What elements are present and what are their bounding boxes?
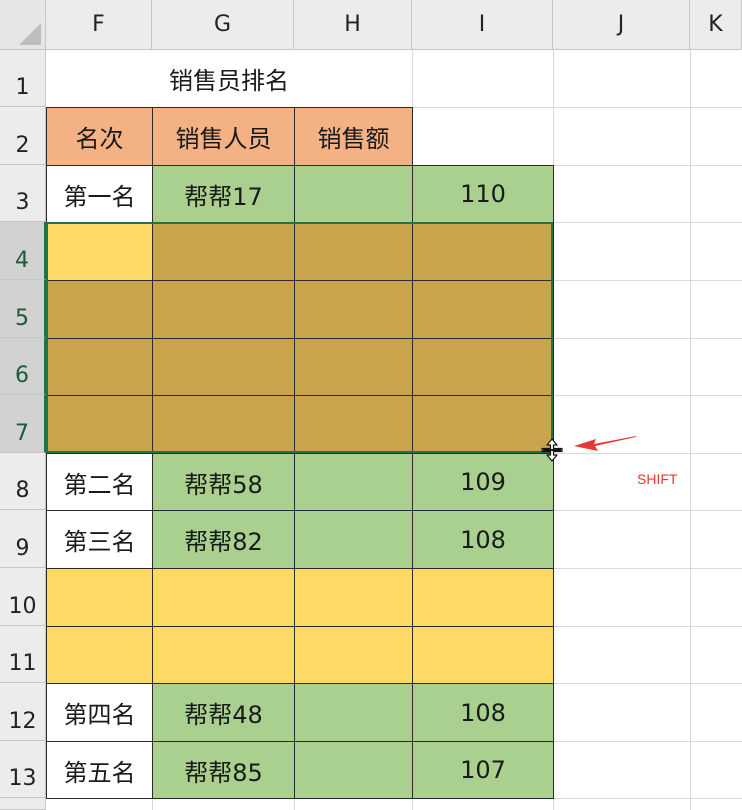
amount-cell[interactable] (294, 683, 413, 742)
active-cell[interactable] (46, 222, 153, 281)
row-header-7[interactable]: 7 (0, 395, 46, 453)
gridline (553, 626, 742, 627)
column-header-h[interactable]: H (294, 0, 412, 50)
header-cell-salesperson[interactable]: 销售人员 (152, 107, 295, 166)
spreadsheet: F G H I J K 1 2 3 4 5 6 7 8 9 10 11 12 1… (0, 0, 742, 810)
gridline (553, 510, 742, 511)
empty-cell[interactable] (294, 568, 413, 627)
selected-cell[interactable] (152, 338, 295, 396)
row-header-3[interactable]: 3 (0, 165, 46, 222)
rank-cell[interactable]: 第四名 (46, 683, 153, 742)
column-header-k[interactable]: K (690, 0, 742, 50)
selected-cell[interactable] (412, 222, 554, 281)
red-arrow-icon (574, 436, 636, 451)
row-header-13[interactable]: 13 (0, 741, 46, 798)
gridline (553, 280, 742, 281)
gridline (553, 165, 742, 166)
selected-cell[interactable] (152, 280, 295, 339)
rank-cell[interactable]: 第三名 (46, 510, 153, 569)
row-header-5[interactable]: 5 (0, 280, 46, 338)
empty-cell[interactable] (152, 626, 295, 684)
empty-cell[interactable] (46, 568, 153, 627)
rank-cell[interactable]: 第二名 (46, 453, 153, 511)
selected-cell[interactable] (412, 395, 554, 454)
gridline (553, 741, 742, 742)
column-header-i[interactable]: I (412, 0, 553, 50)
selected-cell[interactable] (412, 338, 554, 396)
selected-cell[interactable] (46, 395, 153, 454)
gridline (690, 50, 691, 810)
salesperson-cell[interactable]: 帮帮82 (152, 510, 295, 569)
title-cell[interactable]: 销售员排名 (46, 50, 412, 107)
gridline (294, 798, 295, 810)
selected-cell[interactable] (152, 222, 295, 281)
rank-cell[interactable]: 第一名 (46, 165, 153, 223)
empty-cell[interactable] (294, 626, 413, 684)
empty-cell[interactable] (46, 626, 153, 684)
select-all-corner[interactable] (0, 0, 46, 50)
column-header-f[interactable]: F (46, 0, 152, 50)
row-header-2[interactable]: 2 (0, 107, 46, 165)
amount-cell[interactable] (294, 741, 413, 799)
selected-cell[interactable] (46, 280, 153, 339)
empty-cell[interactable] (412, 626, 554, 684)
rank-cell[interactable]: 第五名 (46, 741, 153, 799)
amount-cell[interactable] (294, 510, 413, 569)
amount-cell[interactable] (294, 165, 413, 223)
value-cell[interactable]: 108 (412, 683, 554, 742)
salesperson-cell[interactable]: 帮帮17 (152, 165, 295, 223)
gridline (553, 568, 742, 569)
gridline (553, 222, 742, 223)
value-cell[interactable]: 107 (412, 741, 554, 799)
row-header-10[interactable]: 10 (0, 568, 46, 626)
header-cell-rank[interactable]: 名次 (46, 107, 153, 166)
amount-cell[interactable] (294, 453, 413, 511)
value-cell[interactable]: 110 (412, 165, 554, 223)
value-cell[interactable]: 109 (412, 453, 554, 511)
row-header-12[interactable]: 12 (0, 683, 46, 741)
selected-cell[interactable] (412, 280, 554, 339)
gridline (553, 107, 742, 108)
gridline (412, 798, 413, 810)
salesperson-cell[interactable]: 帮帮58 (152, 453, 295, 511)
selected-cell[interactable] (294, 280, 413, 339)
gridline (553, 683, 742, 684)
salesperson-cell[interactable]: 帮帮85 (152, 741, 295, 799)
gridline (553, 395, 742, 396)
gridline (152, 798, 153, 810)
selected-cell[interactable] (46, 338, 153, 396)
selected-cell[interactable] (152, 395, 295, 454)
row-header-14[interactable] (0, 798, 46, 810)
column-header-j[interactable]: J (553, 0, 690, 50)
row-header-6[interactable]: 6 (0, 338, 46, 395)
row-header-11[interactable]: 11 (0, 626, 46, 683)
gridline (553, 338, 742, 339)
gridline (412, 50, 413, 107)
salesperson-cell[interactable]: 帮帮48 (152, 683, 295, 742)
row-header-1[interactable]: 1 (0, 50, 46, 107)
header-cell-amount[interactable]: 销售额 (294, 107, 413, 166)
selected-cell[interactable] (294, 395, 413, 454)
row-header-9[interactable]: 9 (0, 510, 46, 568)
empty-cell[interactable] (152, 568, 295, 627)
row-header-4[interactable]: 4 (0, 222, 46, 280)
value-cell[interactable]: 108 (412, 510, 554, 569)
row-header-8[interactable]: 8 (0, 453, 46, 510)
empty-cell[interactable] (412, 568, 554, 627)
column-header-g[interactable]: G (152, 0, 294, 50)
move-resize-cursor-icon (541, 438, 563, 462)
selected-cell[interactable] (294, 222, 413, 281)
shift-annotation: SHIFT (637, 471, 678, 487)
selected-cell[interactable] (294, 338, 413, 396)
gridline (412, 107, 553, 108)
